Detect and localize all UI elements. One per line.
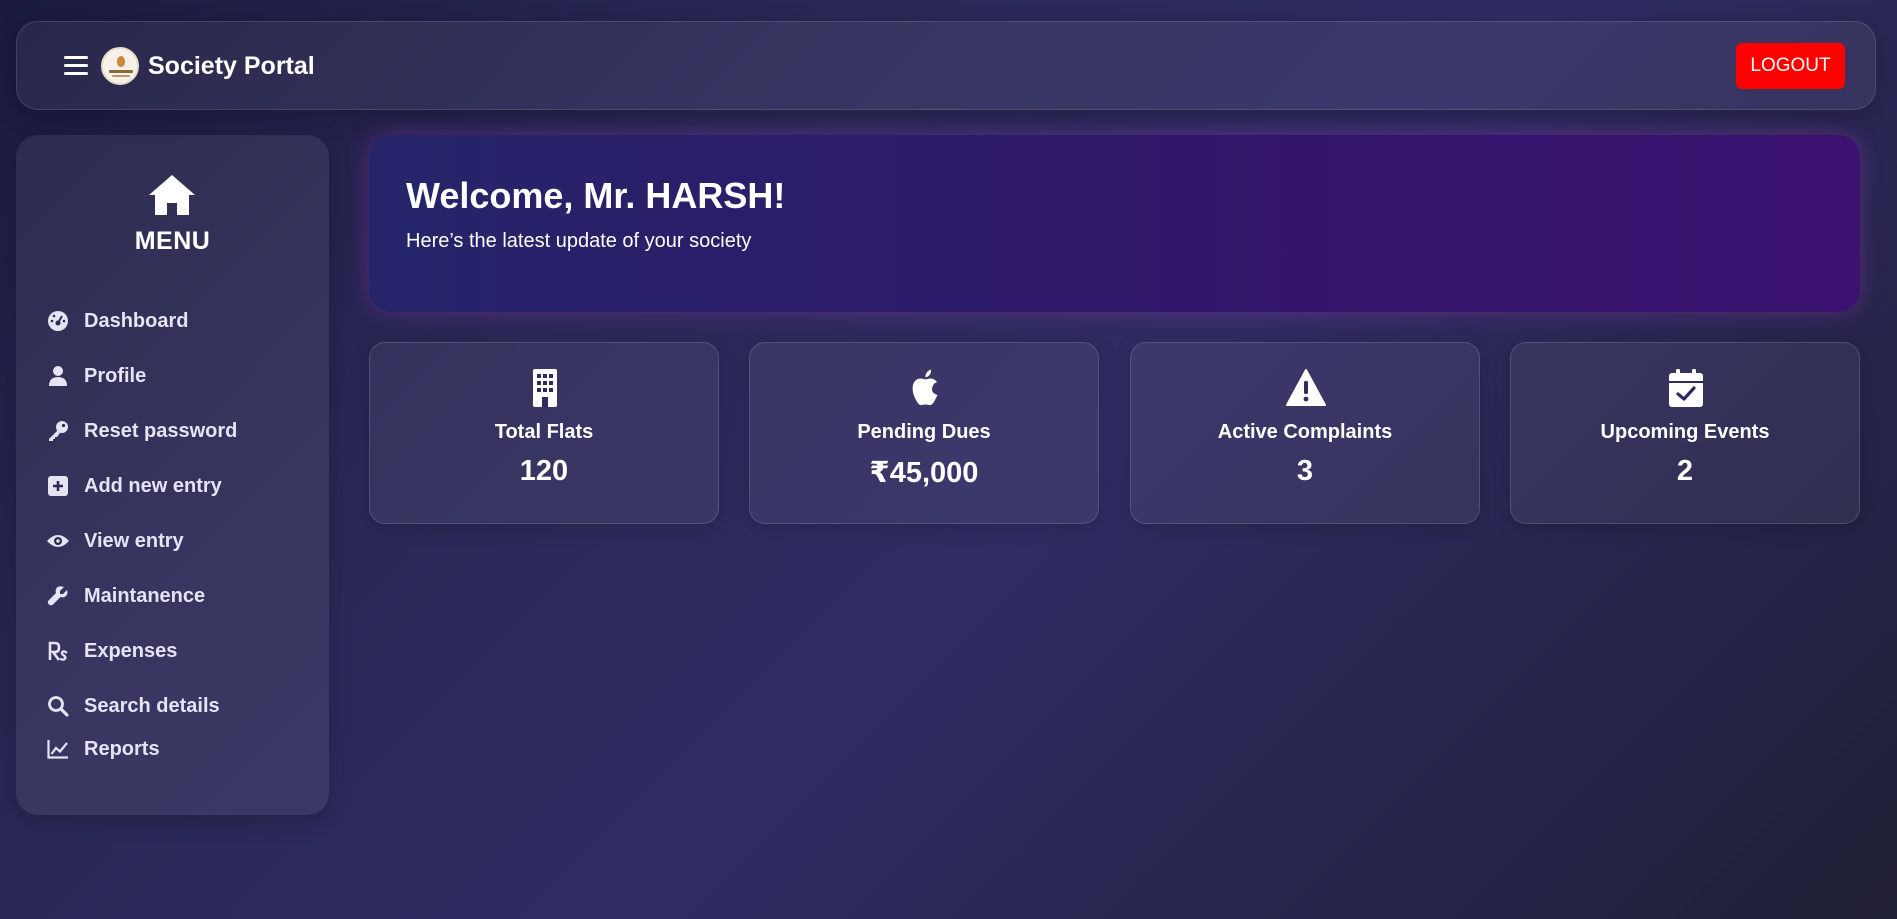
stat-card-pending-dues: Pending Dues ₹45,000 [749,342,1099,524]
sidebar-item-label: View entry [84,529,184,552]
wrench-icon [46,584,70,608]
welcome-subheading: Here’s the latest update of your society [406,230,752,252]
stat-value: 2 [1676,455,1694,487]
welcome-banner: Welcome, Mr. HARSH! Here’s the latest up… [369,135,1860,312]
line-chart-icon [46,737,70,761]
sidebar-item-label: Search details [84,694,220,717]
sidebar-item-reports[interactable]: Reports [46,733,160,765]
sidebar-item-label: Dashboard [84,309,189,332]
logout-button[interactable]: LOGOUT [1736,43,1845,89]
stat-card-upcoming-events: Upcoming Events 2 [1510,342,1860,524]
brand-title: Society Portal [148,52,315,80]
sidebar-item-label: Add new entry [84,474,222,497]
building-icon [533,369,557,407]
top-navbar: Society Portal LOGOUT [16,21,1876,110]
search-icon [46,694,70,718]
user-icon [46,364,70,388]
stat-title: Active Complaints [1217,421,1393,443]
dashboard-gauge-icon [46,309,70,333]
sidebar-item-expenses[interactable]: Expenses [46,635,177,667]
stat-card-active-complaints: Active Complaints 3 [1130,342,1480,524]
sidebar-item-label: Maintanence [84,584,206,607]
calendar-check-icon [1669,369,1703,407]
plus-square-icon [46,474,70,498]
sidebar-item-search-details[interactable]: Search details [46,690,220,722]
stat-card-total-flats: Total Flats 120 [369,342,719,524]
eye-icon [46,529,70,553]
sidebar-item-label: Expenses [84,639,178,662]
sidebar-item-maintanence[interactable]: Maintanence [46,580,205,612]
sidebar-item-view-entry[interactable]: View entry [46,525,184,557]
stat-title: Upcoming Events [1600,421,1770,443]
sidebar-item-label: Profile [84,364,147,387]
hamburger-icon[interactable] [64,56,88,76]
stat-title: Pending Dues [857,421,991,443]
welcome-heading: Welcome, Mr. HARSH! [406,175,786,216]
stat-value: ₹45,000 [869,457,979,489]
stat-value: 120 [519,455,569,487]
sidebar-item-profile[interactable]: Profile [46,360,146,392]
sidebar-item-dashboard[interactable]: Dashboard [46,305,188,337]
menu-title: MENU [134,227,211,255]
sidebar: MENU Dashboard Profile Reset password Ad… [16,135,329,815]
rupee-rs-icon [46,639,70,663]
society-logo [101,47,139,85]
warning-triangle-icon [1286,369,1326,406]
sidebar-item-reset-password[interactable]: Reset password [46,415,237,447]
key-icon [46,419,70,443]
stat-value: 3 [1296,455,1314,487]
stat-title: Total Flats [494,421,594,443]
sidebar-item-label: Reset password [84,419,238,442]
apple-icon [912,369,938,406]
sidebar-item-add-new-entry[interactable]: Add new entry [46,470,222,502]
home-icon [149,175,195,215]
sidebar-item-label: Reports [84,737,160,760]
